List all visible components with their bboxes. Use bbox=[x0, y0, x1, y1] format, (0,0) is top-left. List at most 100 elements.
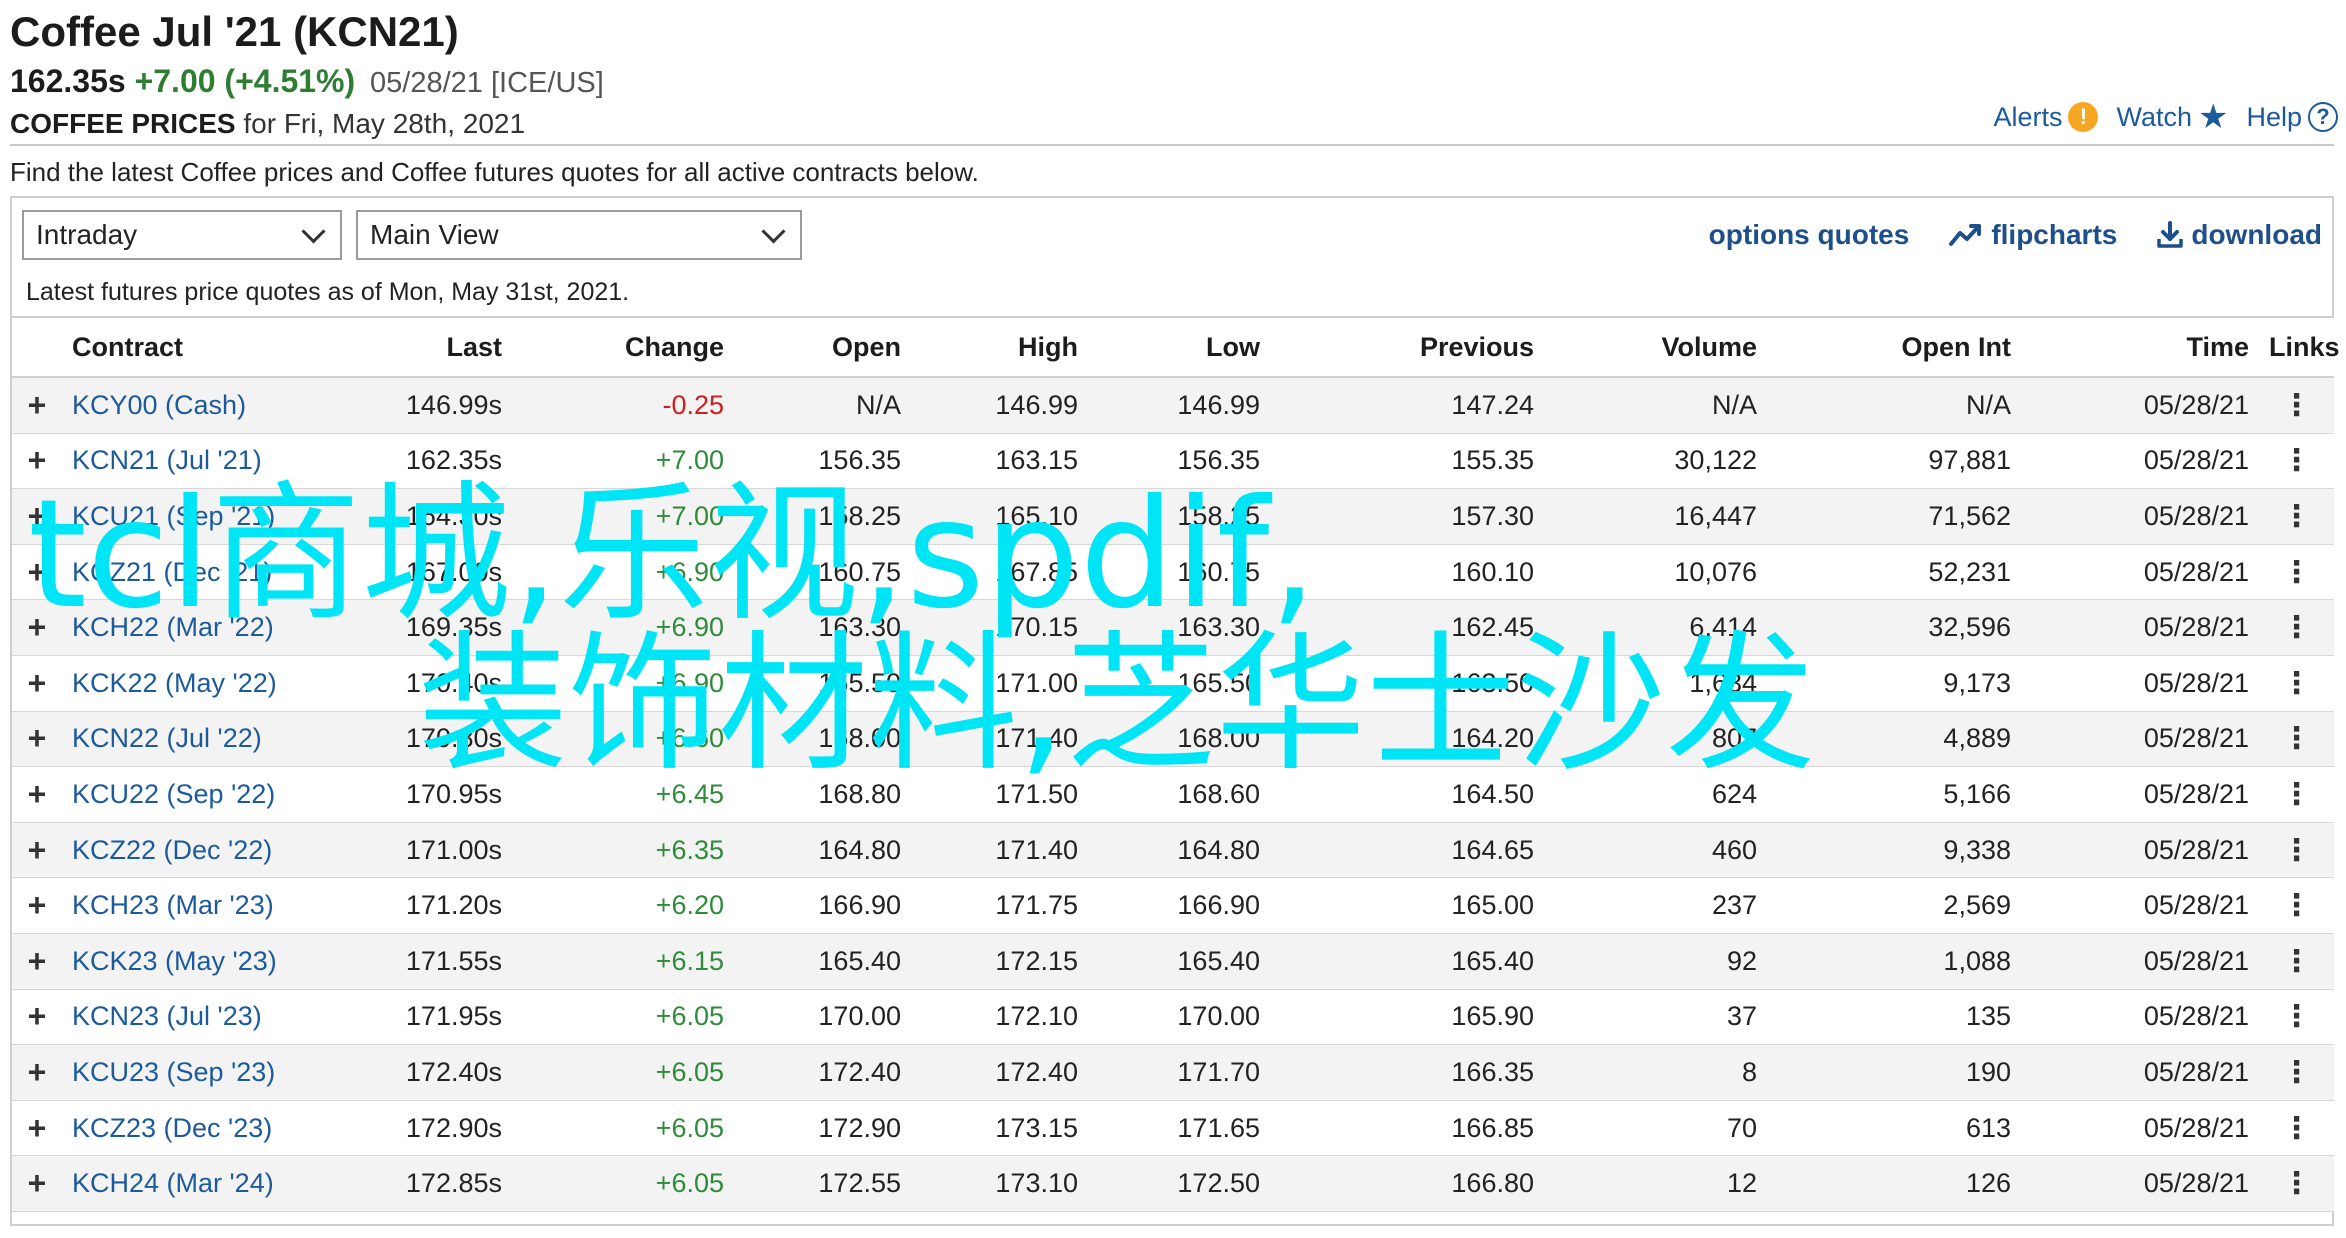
help-link[interactable]: Help ? bbox=[2246, 102, 2338, 133]
cell-previous: 166.35 bbox=[1270, 1044, 1544, 1101]
cell-previous: 164.50 bbox=[1270, 766, 1544, 823]
more-options-icon[interactable]: ⋮ bbox=[2259, 544, 2334, 601]
header-low[interactable]: Low bbox=[1088, 316, 1270, 378]
more-options-icon[interactable]: ⋮ bbox=[2259, 1100, 2334, 1157]
cell-contract[interactable]: KCN22 (Jul '22) bbox=[62, 711, 312, 768]
header-open[interactable]: Open bbox=[734, 316, 911, 378]
expand-plus-icon[interactable]: + bbox=[12, 1155, 62, 1212]
download-link[interactable]: download bbox=[2157, 219, 2322, 251]
more-options-icon[interactable]: ⋮ bbox=[2259, 1044, 2334, 1101]
cell-volume: 1,634 bbox=[1544, 655, 1767, 712]
cell-contract[interactable]: KCH24 (Mar '24) bbox=[62, 1155, 312, 1212]
table-row: + KCH22 (Mar '22) 169.35s +6.90 163.30 170.15… bbox=[12, 599, 2334, 656]
cell-change: +6.05 bbox=[512, 1044, 734, 1101]
header-previous[interactable]: Previous bbox=[1270, 316, 1544, 378]
cell-previous: 165.00 bbox=[1270, 877, 1544, 934]
cell-last: 162.35s bbox=[312, 433, 512, 490]
cell-previous: 165.90 bbox=[1270, 989, 1544, 1046]
cell-contract[interactable]: KCZ21 (Dec '21) bbox=[62, 544, 312, 601]
cell-low: 158.25 bbox=[1088, 488, 1270, 545]
top-links: Alerts ! Watch ★ Help ? bbox=[1993, 100, 2338, 134]
more-options-icon[interactable]: ⋮ bbox=[2259, 655, 2334, 712]
header-expand bbox=[12, 316, 62, 378]
cell-contract[interactable]: KCU21 (Sep '21) bbox=[62, 488, 312, 545]
header-time[interactable]: Time bbox=[2021, 316, 2259, 378]
more-options-icon[interactable]: ⋮ bbox=[2259, 766, 2334, 823]
cell-open-int: 126 bbox=[1767, 1155, 2021, 1212]
chevron-down-icon bbox=[301, 218, 326, 244]
prices-label: COFFEE PRICES bbox=[10, 108, 236, 139]
view-select[interactable]: Main View bbox=[356, 210, 802, 260]
watch-link[interactable]: Watch ★ bbox=[2116, 100, 2228, 134]
header-change[interactable]: Change bbox=[512, 316, 734, 378]
cell-contract[interactable]: KCH23 (Mar '23) bbox=[62, 877, 312, 934]
more-options-icon[interactable]: ⋮ bbox=[2259, 433, 2334, 490]
flipcharts-link[interactable]: flipcharts bbox=[1949, 219, 2117, 251]
cell-contract[interactable]: KCU23 (Sep '23) bbox=[62, 1044, 312, 1101]
more-options-icon[interactable]: ⋮ bbox=[2259, 711, 2334, 768]
expand-plus-icon[interactable]: + bbox=[12, 877, 62, 934]
cell-change: +6.35 bbox=[512, 822, 734, 879]
more-options-icon[interactable]: ⋮ bbox=[2259, 989, 2334, 1046]
cell-contract[interactable]: KCZ22 (Dec '22) bbox=[62, 822, 312, 879]
cell-change: +7.00 bbox=[512, 488, 734, 545]
period-select[interactable]: Intraday bbox=[22, 210, 342, 260]
expand-plus-icon[interactable]: + bbox=[12, 933, 62, 990]
expand-plus-icon[interactable]: + bbox=[12, 433, 62, 490]
more-options-icon[interactable]: ⋮ bbox=[2259, 1155, 2334, 1212]
cell-contract[interactable]: KCY00 (Cash) bbox=[62, 377, 312, 434]
cell-last: 171.00s bbox=[312, 822, 512, 879]
cell-change: +6.90 bbox=[512, 655, 734, 712]
expand-plus-icon[interactable]: + bbox=[12, 1044, 62, 1101]
cell-previous: 166.80 bbox=[1270, 1155, 1544, 1212]
cell-high: 163.15 bbox=[911, 433, 1088, 490]
header-volume[interactable]: Volume bbox=[1544, 316, 1767, 378]
more-options-icon[interactable]: ⋮ bbox=[2259, 488, 2334, 545]
more-options-icon[interactable]: ⋮ bbox=[2259, 933, 2334, 990]
cell-change: +6.20 bbox=[512, 877, 734, 934]
header-last[interactable]: Last bbox=[312, 316, 512, 378]
expand-plus-icon[interactable]: + bbox=[12, 488, 62, 545]
cell-high: 172.10 bbox=[911, 989, 1088, 1046]
star-icon: ★ bbox=[2197, 98, 2229, 136]
more-options-icon[interactable]: ⋮ bbox=[2259, 822, 2334, 879]
cell-volume: 12 bbox=[1544, 1155, 1767, 1212]
expand-plus-icon[interactable]: + bbox=[12, 711, 62, 768]
cell-time: 05/28/21 bbox=[2021, 711, 2259, 768]
cell-previous: 147.24 bbox=[1270, 377, 1544, 434]
expand-plus-icon[interactable]: + bbox=[12, 377, 62, 434]
cell-open: 158.25 bbox=[734, 488, 911, 545]
cell-contract[interactable]: KCN23 (Jul '23) bbox=[62, 989, 312, 1046]
cell-low: 171.65 bbox=[1088, 1100, 1270, 1157]
cell-change: +6.05 bbox=[512, 1155, 734, 1212]
cell-high: 172.40 bbox=[911, 1044, 1088, 1101]
more-options-icon[interactable]: ⋮ bbox=[2259, 877, 2334, 934]
expand-plus-icon[interactable]: + bbox=[12, 766, 62, 823]
header-high[interactable]: High bbox=[911, 316, 1088, 378]
cell-contract[interactable]: KCK22 (May '22) bbox=[62, 655, 312, 712]
expand-plus-icon[interactable]: + bbox=[12, 544, 62, 601]
expand-plus-icon[interactable]: + bbox=[12, 989, 62, 1046]
cell-contract[interactable]: KCH22 (Mar '22) bbox=[62, 599, 312, 656]
cell-volume: 807 bbox=[1544, 711, 1767, 768]
expand-plus-icon[interactable]: + bbox=[12, 599, 62, 656]
table-row: + KCU21 (Sep '21) 164.30s +7.00 158.25 165.10… bbox=[12, 488, 2334, 545]
cell-contract[interactable]: KCZ23 (Dec '23) bbox=[62, 1100, 312, 1157]
cell-contract[interactable]: KCK23 (May '23) bbox=[62, 933, 312, 990]
options-quotes-link[interactable]: options quotes bbox=[1709, 219, 1910, 251]
more-options-icon[interactable]: ⋮ bbox=[2259, 377, 2334, 434]
cell-open: 156.35 bbox=[734, 433, 911, 490]
cell-contract[interactable]: KCN21 (Jul '21) bbox=[62, 433, 312, 490]
expand-plus-icon[interactable]: + bbox=[12, 1100, 62, 1157]
expand-plus-icon[interactable]: + bbox=[12, 655, 62, 712]
expand-plus-icon[interactable]: + bbox=[12, 822, 62, 879]
more-options-icon[interactable]: ⋮ bbox=[2259, 599, 2334, 656]
table-row: + KCY00 (Cash) 146.99s -0.25 N/A 146.99 146.99… bbox=[12, 377, 2334, 434]
header-contract[interactable]: Contract bbox=[62, 316, 312, 378]
price-meta: 05/28/21 [ICE/US] bbox=[370, 67, 604, 99]
header-open-int[interactable]: Open Int bbox=[1767, 316, 2021, 378]
prices-subtitle: COFFEE PRICES for Fri, May 28th, 2021 bbox=[10, 108, 525, 140]
table-row: + KCK22 (May '22) 170.40s +6.90 165.50 171.00… bbox=[12, 655, 2334, 712]
cell-contract[interactable]: KCU22 (Sep '22) bbox=[62, 766, 312, 823]
alerts-link[interactable]: Alerts ! bbox=[1993, 102, 2099, 133]
